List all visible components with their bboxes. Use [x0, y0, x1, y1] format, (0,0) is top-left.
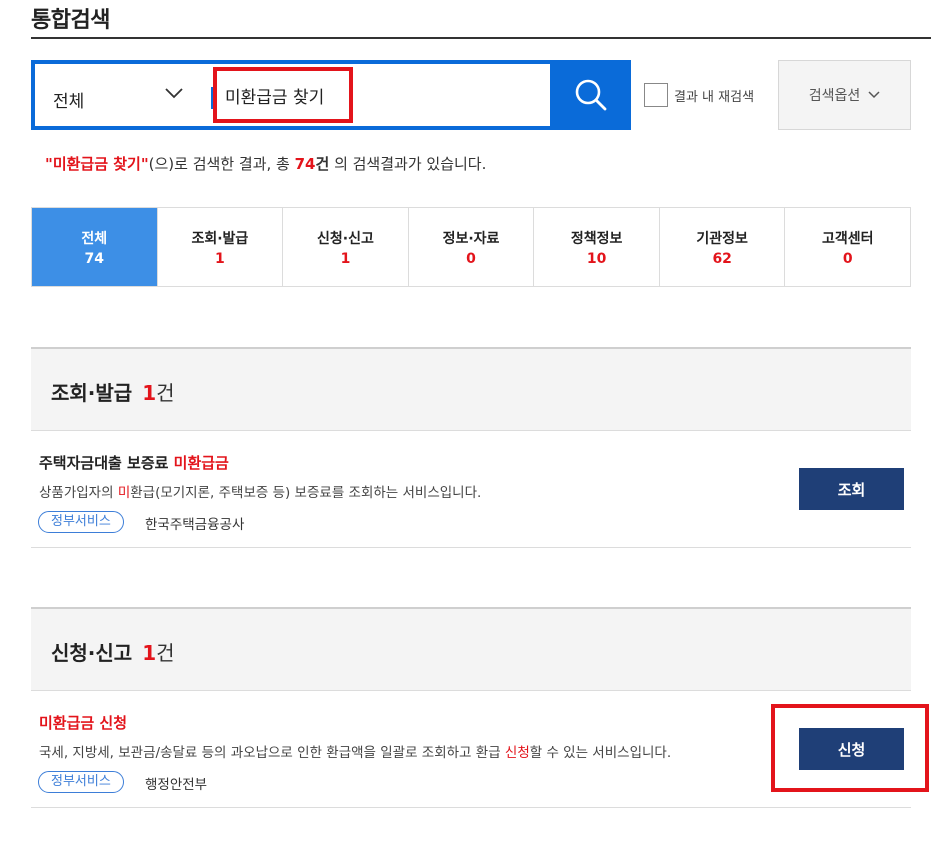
- recheck-label: 결과 내 재검색: [674, 89, 755, 105]
- input-cursor: [211, 87, 214, 109]
- result-description: 상품가입자의 미환급(모기지론, 주택보증 등) 보증료를 조회하는 서비스입니…: [39, 481, 481, 501]
- result-title-prefix: 주택자금대출 보증료: [39, 454, 174, 472]
- tab-count: 10: [586, 250, 607, 267]
- section-title-text: 조회·발급: [51, 381, 133, 405]
- summary-middle: (으)로 검색한 결과, 총: [148, 155, 295, 173]
- tab-customer-center[interactable]: 고객센터 0: [784, 208, 911, 286]
- tab-count: 74: [84, 250, 105, 267]
- section-count: 1건: [142, 381, 174, 405]
- result-summary: "미환급금 찾기"(으)로 검색한 결과, 총 74건 의 검색결과가 있습니다…: [45, 153, 486, 174]
- chevron-down-icon: [165, 88, 183, 99]
- recheck-checkbox[interactable]: [644, 83, 668, 107]
- tab-count: 62: [712, 250, 732, 267]
- apply-button[interactable]: 신청: [799, 728, 904, 770]
- section-title: 신청·신고 1건: [51, 637, 175, 666]
- tab-policy-info[interactable]: 정책정보 10: [533, 208, 659, 286]
- section-header-inquiry: 조회·발급 1건: [31, 347, 911, 431]
- result-description: 국세, 지방세, 보관금/송달료 등의 과오납으로 인한 환급액을 일괄로 조회…: [39, 741, 671, 761]
- category-tabs: 전체 74 조회·발급 1 신청·신고 1 정보·자료 0 정책정보 10 기관…: [31, 207, 911, 287]
- agency-name: 행정안전부: [145, 777, 208, 793]
- tab-information-data[interactable]: 정보·자료 0: [407, 208, 534, 286]
- desc-highlight: 신청: [504, 745, 530, 761]
- tab-application-report[interactable]: 신청·신고 1: [282, 208, 408, 286]
- agency-name: 한국주택금융공사: [145, 517, 245, 533]
- summary-total: 74: [294, 155, 316, 173]
- search-input-wrap: [211, 72, 541, 118]
- tab-label: 고객센터: [821, 230, 874, 247]
- tab-label: 정책정보: [570, 230, 623, 247]
- desc-prefix: 국세, 지방세, 보관금/송달료 등의 과오납으로 인한 환급액을 일괄로 조회…: [39, 745, 505, 761]
- tab-label: 신청·신고: [317, 230, 374, 247]
- tab-inquiry-issuance[interactable]: 조회·발급 1: [156, 208, 283, 286]
- search-options-button[interactable]: 검색옵션: [778, 60, 911, 130]
- tab-label: 정보·자료: [442, 230, 500, 247]
- tab-agency-info[interactable]: 기관정보 62: [658, 208, 785, 286]
- inquiry-button[interactable]: 조회: [799, 468, 904, 510]
- title-divider: [31, 37, 931, 39]
- result-item: 미환급금 신청 국세, 지방세, 보관금/송달료 등의 과오납으로 인한 환급액…: [31, 692, 911, 808]
- result-title[interactable]: 미환급금 신청: [39, 712, 127, 733]
- summary-unit: 건: [315, 155, 330, 173]
- section-title: 조회·발급 1건: [51, 377, 175, 406]
- desc-suffix: 환급(모기지론, 주택보증 등) 보증료를 조회하는 서비스입니다.: [130, 485, 482, 501]
- section-count-number: 1: [142, 641, 157, 665]
- tab-count: 0: [842, 250, 853, 267]
- search-field-container: 전체: [35, 64, 550, 126]
- result-item: 주택자금대출 보증료 미환급금 상품가입자의 미환급(모기지론, 주택보증 등)…: [31, 432, 911, 548]
- chevron-down-icon: [868, 91, 880, 99]
- desc-suffix: 할 수 있는 서비스입니다.: [529, 745, 672, 761]
- section-count: 1건: [142, 641, 174, 665]
- tab-label: 조회·발급: [191, 230, 249, 247]
- service-tag[interactable]: 정부서비스: [38, 771, 124, 793]
- desc-highlight: 미: [117, 485, 131, 501]
- result-title[interactable]: 주택자금대출 보증료 미환급금: [39, 452, 229, 473]
- tab-count: 0: [466, 250, 476, 267]
- page-title: 통합검색: [31, 8, 110, 33]
- search-input[interactable]: [225, 78, 525, 112]
- search-button[interactable]: [551, 60, 631, 130]
- tab-count: 1: [340, 250, 351, 267]
- section-header-application: 신청·신고 1건: [31, 607, 911, 691]
- category-value: 전체: [53, 92, 85, 112]
- result-title-highlight: 미환급금: [173, 454, 229, 472]
- category-select[interactable]: 전체: [35, 64, 210, 126]
- tab-label: 전체: [81, 230, 108, 247]
- summary-tail: 의 검색결과가 있습니다.: [329, 155, 487, 173]
- recheck-option[interactable]: 결과 내 재검색: [644, 83, 754, 107]
- tab-all[interactable]: 전체 74: [32, 208, 157, 286]
- section-count-unit: 건: [156, 641, 175, 665]
- search-options-label: 검색옵션: [808, 88, 861, 104]
- section-count-number: 1: [142, 381, 157, 405]
- summary-query: "미환급금 찾기": [45, 155, 149, 173]
- section-title-text: 신청·신고: [51, 641, 133, 665]
- section-count-unit: 건: [156, 381, 175, 405]
- search-icon: [575, 79, 607, 111]
- tab-count: 1: [214, 250, 225, 267]
- search-box: 전체: [31, 60, 631, 130]
- service-tag[interactable]: 정부서비스: [38, 511, 124, 533]
- tab-label: 기관정보: [696, 230, 748, 247]
- result-title-highlight: 미환급금 신청: [39, 714, 128, 732]
- desc-prefix: 상품가입자의: [39, 485, 118, 501]
